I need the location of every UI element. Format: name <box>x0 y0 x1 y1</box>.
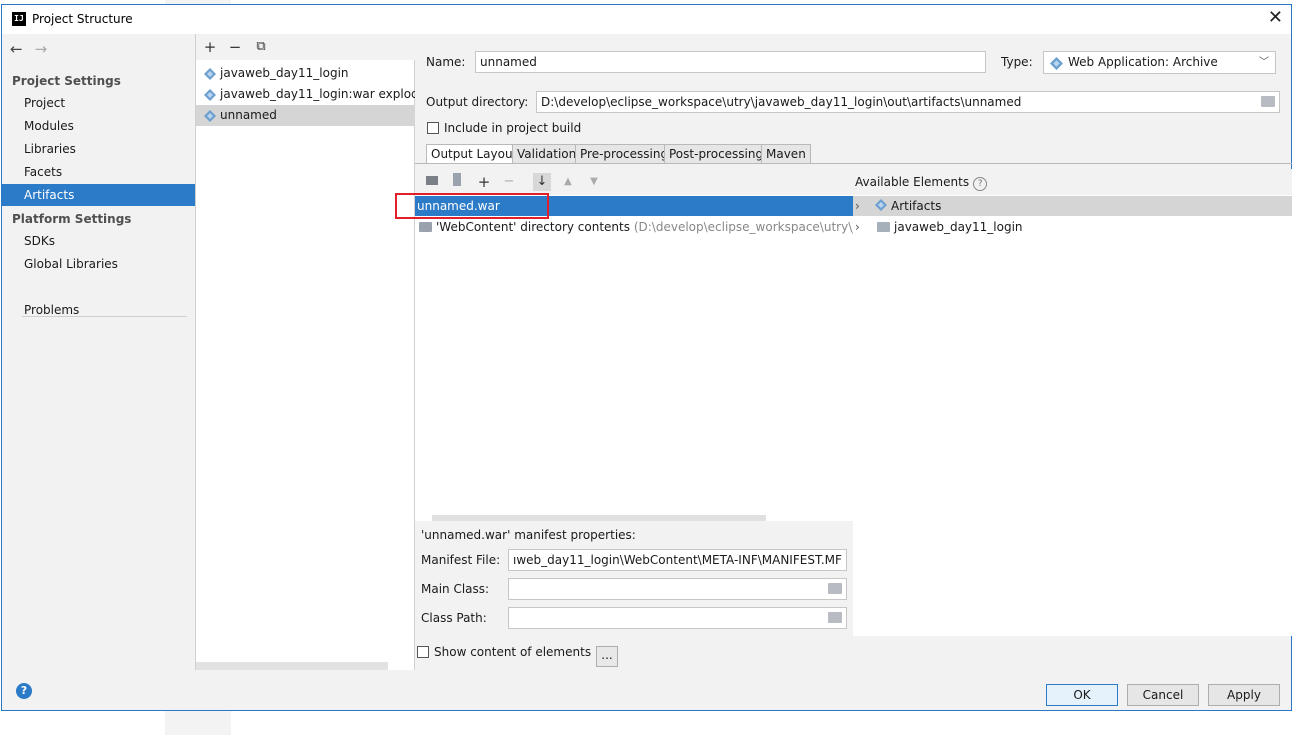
output-directory-value: D:\develop\eclipse_workspace\utry\javawe… <box>541 95 1022 109</box>
class-path-label: Class Path: <box>421 611 487 625</box>
manifest-file-label: Manifest File: <box>421 553 501 567</box>
type-select-value: Web Application: Archive <box>1068 55 1218 69</box>
chevron-right-icon[interactable]: › <box>855 196 869 216</box>
add-artifact-button[interactable]: + <box>201 38 219 56</box>
sort-elements-icon[interactable]: ↓ <box>533 173 551 191</box>
nav-item-modules[interactable]: Modules <box>2 115 195 137</box>
type-select[interactable]: Web Application: Archive ﹀ <box>1043 51 1276 74</box>
available-elements-header-bar: Available Elements? <box>853 169 1292 195</box>
output-directory-input[interactable]: D:\develop\eclipse_workspace\utry\javawe… <box>536 91 1280 113</box>
module-folder-icon <box>877 222 890 232</box>
artifacts-list-panel: + − ⧉ javaweb_day11_login javaweb_day11_… <box>196 34 415 670</box>
browse-folder-icon[interactable] <box>828 612 842 623</box>
move-down-icon[interactable]: ▼ <box>585 173 603 191</box>
nav-item-problems[interactable]: Problems <box>2 299 195 321</box>
title-bar: IJ Project Structure ✕ <box>2 5 1291 34</box>
help-question-icon[interactable]: ? <box>973 177 988 191</box>
artifact-gem-icon <box>204 110 216 122</box>
nav-item-facets[interactable]: Facets <box>2 161 195 183</box>
include-in-build-label: Include in project build <box>444 121 582 135</box>
artifact-gem-icon <box>875 199 887 211</box>
available-item-label: javaweb_day11_login <box>894 220 1023 234</box>
artifact-item-label: unnamed <box>220 108 277 122</box>
tab-pre-processing[interactable]: Pre-processing <box>575 144 674 164</box>
project-structure-dialog: IJ Project Structure ✕ ← → Project Settin… <box>1 4 1292 711</box>
platform-settings-header: Platform Settings <box>12 212 132 226</box>
artifact-item-war-exploded[interactable]: javaweb_day11_login:war exploded <box>196 84 415 105</box>
browse-folder-icon[interactable] <box>1261 96 1275 107</box>
show-content-label: Show content of elements <box>434 645 592 659</box>
artifact-item-javaweb-day11-login[interactable]: javaweb_day11_login <box>196 63 415 84</box>
include-in-build-checkbox[interactable] <box>427 122 439 134</box>
back-arrow-icon[interactable]: ← <box>10 40 23 58</box>
apply-button[interactable]: Apply <box>1208 684 1280 706</box>
project-settings-header: Project Settings <box>12 74 121 88</box>
folder-icon <box>419 222 432 232</box>
show-content-checkbox[interactable] <box>417 646 429 658</box>
tab-post-processing[interactable]: Post-processing <box>664 144 769 164</box>
available-elements-header: Available Elements? <box>855 175 988 191</box>
output-directory-label: Output directory: <box>426 95 529 109</box>
nav-item-global-libraries[interactable]: Global Libraries <box>2 253 195 275</box>
history-nav: ← → <box>10 40 59 58</box>
browse-folder-icon[interactable] <box>828 583 842 594</box>
close-icon[interactable]: ✕ <box>1268 8 1283 28</box>
type-label: Type: <box>1001 55 1033 69</box>
move-up-icon[interactable]: ▲ <box>559 173 577 191</box>
main-class-input[interactable] <box>508 578 847 600</box>
tree-item-name: 'WebContent' directory contents <box>436 220 630 234</box>
tabs-underline <box>415 163 1292 164</box>
create-directory-icon[interactable] <box>423 173 441 191</box>
chevron-down-icon: ﹀ <box>1259 57 1269 68</box>
available-item-artifacts[interactable]: › Artifacts <box>855 196 1285 216</box>
nav-item-artifacts[interactable]: Artifacts <box>2 184 195 206</box>
forward-arrow-icon[interactable]: → <box>35 40 48 58</box>
tree-item-webcontent-directory[interactable]: 'WebContent' directory contents (D:\deve… <box>419 217 853 237</box>
nav-item-libraries[interactable]: Libraries <box>2 138 195 160</box>
tree-item-path: (D:\develop\eclipse_workspace\utry\javaw… <box>633 220 853 234</box>
class-path-input[interactable] <box>508 607 847 629</box>
tab-validation[interactable]: Validation <box>512 144 582 164</box>
main-class-label: Main Class: <box>421 582 490 596</box>
available-elements-tree <box>853 169 1292 636</box>
artifact-gem-icon <box>1050 57 1063 70</box>
name-input[interactable]: unnamed <box>475 51 986 73</box>
tab-maven[interactable]: Maven <box>761 144 811 164</box>
settings-nav: ← → Project Settings Project Modules Libr… <box>2 34 196 670</box>
available-item-label: Artifacts <box>891 199 942 213</box>
output-layout-toolbar: + − ↓ ▲ ▼ <box>415 169 853 195</box>
remove-artifact-button[interactable]: − <box>226 38 244 56</box>
remove-element-icon[interactable]: − <box>500 173 518 191</box>
highlight-annotation <box>395 193 549 219</box>
artifact-item-unnamed[interactable]: unnamed <box>196 105 415 126</box>
nav-item-project[interactable]: Project <box>2 92 195 114</box>
window-title: Project Structure <box>32 12 133 26</box>
artifact-gem-icon <box>204 89 216 101</box>
chevron-right-icon[interactable]: › <box>855 217 869 237</box>
background-editor-strip <box>165 711 231 735</box>
artifact-item-label: javaweb_day11_login <box>220 66 349 80</box>
ok-button[interactable]: OK <box>1046 684 1118 706</box>
name-label: Name: <box>426 55 466 69</box>
nav-item-sdks[interactable]: SDKs <box>2 230 195 252</box>
artifact-gem-icon <box>204 68 216 80</box>
artifacts-toolbar: + − ⧉ <box>196 34 415 60</box>
manifest-file-input[interactable]: ıweb_day11_login\WebContent\META-INF\MAN… <box>508 549 847 571</box>
artifacts-list-hscrollbar[interactable] <box>196 662 388 670</box>
show-content-options-button[interactable]: ... <box>596 646 618 667</box>
cancel-button[interactable]: Cancel <box>1127 684 1199 706</box>
add-archive-icon[interactable] <box>448 173 466 191</box>
artifact-item-label: javaweb_day11_login:war exploded <box>220 87 415 101</box>
tab-output-layout[interactable]: Output Layout <box>426 144 523 164</box>
available-item-javaweb-day11-login[interactable]: › javaweb_day11_login <box>855 217 1285 237</box>
help-icon[interactable]: ? <box>16 683 32 699</box>
copy-artifact-button[interactable]: ⧉ <box>252 38 270 56</box>
intellij-logo-icon: IJ <box>12 12 26 26</box>
manifest-header: 'unnamed.war' manifest properties: <box>421 528 636 542</box>
add-element-icon[interactable]: + <box>475 173 493 191</box>
